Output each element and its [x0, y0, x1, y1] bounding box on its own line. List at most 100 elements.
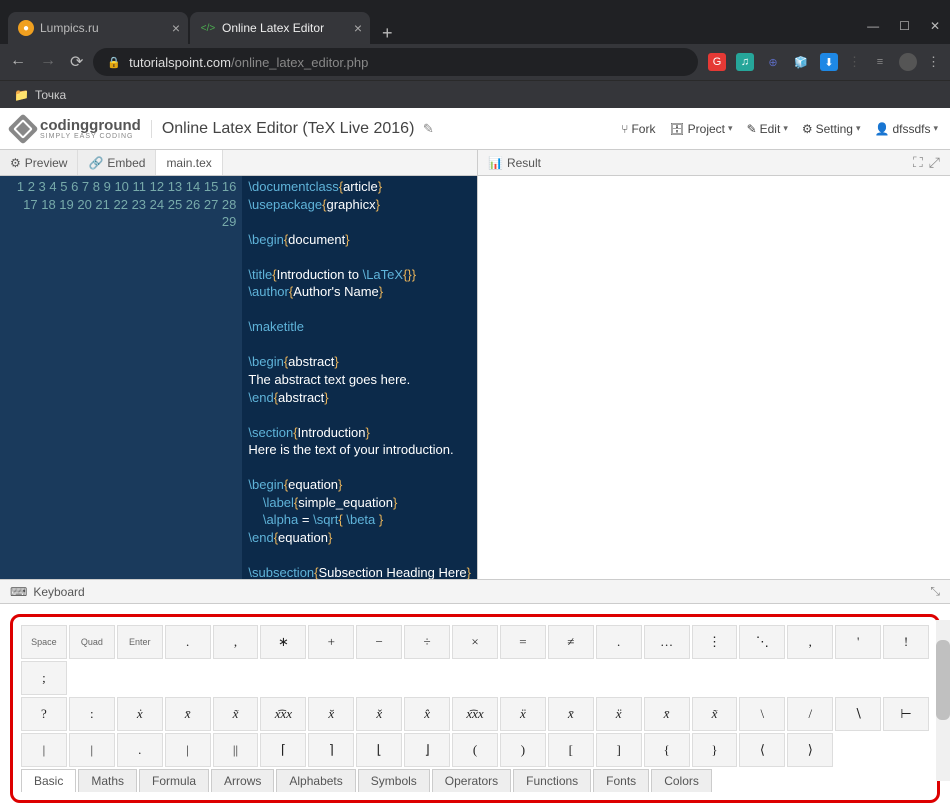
maximize-button[interactable]: ☐ — [899, 19, 910, 33]
keyboard-key[interactable]: ẍ — [596, 697, 642, 731]
keyboard-key[interactable]: x̆ — [308, 697, 354, 731]
extension-icon[interactable]: G — [708, 53, 726, 71]
tab-file[interactable]: main.tex — [156, 150, 222, 175]
keyboard-key[interactable]: ⟩ — [787, 733, 833, 767]
browser-menu-button[interactable]: ⋮ — [927, 54, 940, 70]
keyboard-key[interactable]: ? — [21, 697, 67, 731]
keyboard-key[interactable]: x̄ — [644, 697, 690, 731]
keyboard-key[interactable]: ⌊ — [356, 733, 402, 767]
keyboard-key[interactable]: ẍ — [500, 697, 546, 731]
keyboard-key[interactable]: ( — [452, 733, 498, 767]
tab-title: Lumpics.ru — [40, 21, 99, 35]
keyboard-key[interactable]: + — [308, 625, 354, 659]
extension-icon[interactable]: 🧊 — [792, 53, 810, 71]
keyboard-key[interactable]: [ — [548, 733, 594, 767]
result-pane — [478, 176, 950, 579]
reload-button[interactable]: ⟳ — [70, 52, 83, 72]
extension-icon[interactable]: ≡ — [871, 53, 889, 71]
user-menu[interactable]: 👤dfssdfs▾ — [875, 122, 939, 136]
page-scrollbar[interactable] — [936, 620, 950, 781]
keyboard-key[interactable]: . — [596, 625, 642, 659]
edit-menu[interactable]: ✎Edit▾ — [747, 122, 788, 136]
keyboard-key[interactable]: ⌋ — [404, 733, 450, 767]
keyboard-key[interactable]: ⋮ — [692, 625, 738, 659]
keyboard-key[interactable]: , — [787, 625, 833, 659]
keyboard-key[interactable]: x̃ — [692, 697, 738, 731]
keyboard-key[interactable]: x͡xx — [260, 697, 306, 731]
keyboard-key[interactable]: ] — [596, 733, 642, 767]
keyboard-key[interactable]: || — [213, 733, 259, 767]
back-button[interactable]: ← — [10, 52, 26, 72]
keyboard-key[interactable]: ' — [835, 625, 881, 659]
keyboard-key[interactable]: x̄ — [548, 697, 594, 731]
keyboard-key[interactable]: | — [21, 733, 67, 767]
keyboard-key[interactable]: \ — [739, 697, 785, 731]
keyboard-key[interactable]: x̄ — [165, 697, 211, 731]
keyboard-key[interactable]: Enter — [117, 625, 163, 659]
close-icon[interactable]: × — [354, 20, 362, 36]
keyboard-key[interactable]: − — [356, 625, 402, 659]
collapse-icon[interactable]: ⤡ — [930, 584, 940, 599]
keyboard-key[interactable]: ⊢ — [883, 697, 929, 731]
keyboard-key[interactable]: x̌ — [356, 697, 402, 731]
keyboard-key[interactable]: … — [644, 625, 690, 659]
keyboard-key[interactable]: | — [165, 733, 211, 767]
tab-preview[interactable]: ⚙Preview — [0, 150, 78, 175]
expand-icon[interactable]: ⛶ — [913, 154, 923, 171]
keyboard-key[interactable]: × — [452, 625, 498, 659]
avatar-icon[interactable] — [899, 53, 917, 71]
keyboard-key[interactable]: ! — [883, 625, 929, 659]
bookmark-item[interactable]: Точка — [35, 88, 66, 102]
keyboard-key[interactable]: ⋱ — [739, 625, 785, 659]
keyboard-key[interactable]: ) — [500, 733, 546, 767]
keyboard-key[interactable]: x̃ — [213, 697, 259, 731]
keyboard-key[interactable]: Quad — [69, 625, 115, 659]
keyboard-key[interactable]: ≠ — [548, 625, 594, 659]
extension-icon[interactable]: ⊕ — [764, 53, 782, 71]
close-window-button[interactable]: ✕ — [930, 19, 940, 33]
extension-icon[interactable]: ♫ — [736, 53, 754, 71]
forward-button[interactable]: → — [40, 52, 56, 72]
keyboard-key[interactable]: x̂ — [404, 697, 450, 731]
folder-icon: 📁 — [14, 88, 29, 102]
keyboard-key[interactable]: , — [213, 625, 259, 659]
logo[interactable]: codinggroundSIMPLY EASY CODING — [12, 118, 141, 140]
keyboard-key[interactable]: ∗ — [260, 625, 306, 659]
tab-embed[interactable]: 🔗Embed — [78, 150, 156, 175]
keyboard-key[interactable]: ∖ — [835, 697, 881, 731]
fullscreen-icon[interactable]: ⤢ — [929, 154, 940, 171]
keyboard-key[interactable]: . — [117, 733, 163, 767]
project-menu[interactable]: 🗄Project▾ — [669, 122, 732, 136]
keyboard-key[interactable]: ÷ — [404, 625, 450, 659]
keyboard-key[interactable]: / — [787, 697, 833, 731]
separator: ⋮ — [848, 54, 861, 70]
keyboard-key[interactable]: { — [644, 733, 690, 767]
code-content[interactable]: \documentclass{article} \usepackage{grap… — [242, 176, 477, 579]
url-path: /online_latex_editor.php — [231, 55, 368, 70]
keyboard-key[interactable]: x͡xx — [452, 697, 498, 731]
keyboard-key[interactable]: . — [165, 625, 211, 659]
url-host: tutorialspoint.com — [129, 55, 231, 70]
keyboard-key[interactable]: ⟨ — [739, 733, 785, 767]
keyboard-key[interactable]: = — [500, 625, 546, 659]
keyboard-key[interactable]: | — [69, 733, 115, 767]
setting-menu[interactable]: ⚙Setting▾ — [802, 122, 861, 136]
keyboard-key[interactable]: : — [69, 697, 115, 731]
close-icon[interactable]: × — [172, 20, 180, 36]
omnibox[interactable]: 🔒 tutorialspoint.com/online_latex_editor… — [93, 48, 698, 76]
keyboard-key[interactable]: Space — [21, 625, 67, 659]
keyboard-key[interactable]: ; — [21, 661, 67, 695]
new-tab-button[interactable]: + — [372, 23, 403, 44]
fork-button[interactable]: ⑂Fork — [621, 122, 655, 136]
keyboard-key[interactable]: ⌉ — [308, 733, 354, 767]
edit-title-icon[interactable]: ✎ — [423, 121, 434, 136]
browser-tab-1[interactable]: </> Online Latex Editor × — [190, 12, 370, 44]
keyboard-key[interactable]: } — [692, 733, 738, 767]
code-editor[interactable]: 1 2 3 4 5 6 7 8 9 10 11 12 13 14 15 16 1… — [0, 176, 477, 579]
browser-tab-0[interactable]: ● Lumpics.ru × — [8, 12, 188, 44]
minimize-button[interactable]: — — [867, 19, 879, 33]
keyboard-key[interactable]: ⌈ — [260, 733, 306, 767]
tab-result[interactable]: 📊Result — [488, 156, 541, 170]
keyboard-key[interactable]: ẋ — [117, 697, 163, 731]
extension-icon[interactable]: ⬇ — [820, 53, 838, 71]
